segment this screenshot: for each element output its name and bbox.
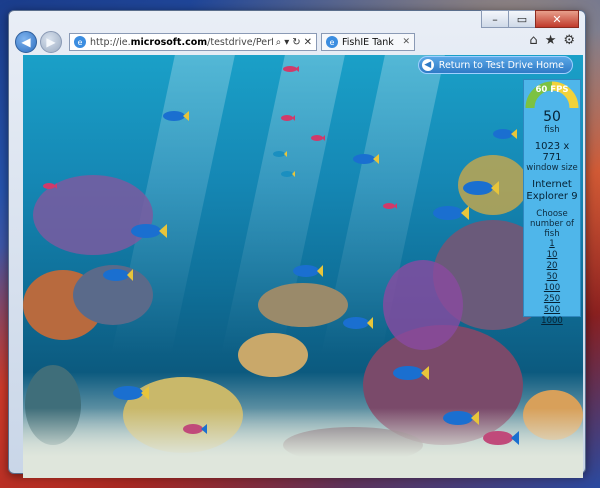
fish <box>383 195 397 214</box>
window-size-label: window size <box>526 163 578 173</box>
fish-option-10[interactable]: 10 <box>524 250 580 261</box>
fish-option-1000[interactable]: 1000 <box>524 316 580 327</box>
table-coral <box>258 283 348 327</box>
fish-option-100[interactable]: 100 <box>524 283 580 294</box>
fish-option-250[interactable]: 250 <box>524 294 580 305</box>
address-bar[interactable]: e http://ie.microsoft.com/testdrive/Perf… <box>69 33 317 51</box>
favorites-icon[interactable]: ★ <box>545 33 557 48</box>
close-button[interactable]: ✕ <box>535 10 579 28</box>
stats-panel: 60 FPS 50 fish 1023 x 771 window size In… <box>523 79 581 326</box>
fish <box>311 127 325 146</box>
fish <box>131 223 167 243</box>
fish <box>281 163 295 182</box>
fish-option-1[interactable]: 1 <box>524 239 580 250</box>
fish <box>353 150 379 169</box>
minimize-button[interactable]: – <box>481 10 509 28</box>
fish <box>43 175 57 194</box>
navigation-bar: ◀ ▶ e http://ie.microsoft.com/testdrive/… <box>15 29 579 55</box>
fish <box>113 385 149 405</box>
fish-tank-canvas[interactable]: ◀ Return to Test Drive Home 60 FPS 50 fi… <box>23 55 583 478</box>
fish <box>293 263 323 282</box>
home-icon[interactable]: ⌂ <box>529 33 537 48</box>
back-icon: ◀ <box>21 35 31 49</box>
fish <box>393 365 429 385</box>
back-button[interactable]: ◀ <box>15 31 37 53</box>
fish <box>343 315 373 334</box>
fps-gauge: 60 FPS <box>524 80 580 108</box>
maximize-button[interactable]: ▭ <box>508 10 536 28</box>
fish-count: 50 <box>543 109 561 125</box>
tab-ie-icon: e <box>326 36 338 48</box>
fish <box>283 58 299 77</box>
fish-options-list: 1 10 20 50 100 250 500 1000 <box>524 239 580 327</box>
tab-label: FishIE Tank <box>342 36 394 48</box>
refresh-icon[interactable]: ↻ <box>292 37 300 48</box>
fish <box>281 107 295 126</box>
fps-label: 60 FPS <box>535 85 569 95</box>
fish-option-500[interactable]: 500 <box>524 305 580 316</box>
back-arrow-icon: ◀ <box>421 59 434 71</box>
browser-window: – ▭ ✕ ◀ ▶ e http://ie.microsoft.com/test… <box>8 10 586 478</box>
choose-fish-label: Choose number of fish <box>529 209 575 239</box>
tab-close-icon[interactable]: ✕ <box>402 37 410 47</box>
stop-icon[interactable]: ✕ <box>304 37 312 48</box>
forward-icon: ▶ <box>46 35 56 49</box>
fish <box>483 430 519 450</box>
table-coral <box>238 333 308 377</box>
fish <box>463 180 499 200</box>
window-controls: – ▭ ✕ <box>481 10 579 28</box>
fish <box>163 107 189 126</box>
fish <box>273 143 287 162</box>
search-icon[interactable]: ⌕ <box>276 37 282 48</box>
window-size-value: 1023 x 771 <box>534 141 570 163</box>
return-to-test-drive-button[interactable]: ◀ Return to Test Drive Home <box>417 56 573 74</box>
address-url: http://ie.microsoft.com/testdrive/Perfor… <box>90 36 273 48</box>
fish <box>443 410 479 430</box>
fish-count-label: fish <box>544 125 560 135</box>
fish <box>183 420 207 439</box>
dropdown-icon[interactable]: ▾ <box>284 37 289 48</box>
fish <box>103 267 133 286</box>
ie-site-icon: e <box>74 36 86 48</box>
fish <box>493 125 517 144</box>
fish-option-50[interactable]: 50 <box>524 272 580 283</box>
fan-coral <box>383 260 463 350</box>
return-label: Return to Test Drive Home <box>438 59 564 71</box>
tools-icon[interactable]: ⚙ <box>563 33 575 48</box>
fish <box>433 205 469 225</box>
fish-option-20[interactable]: 20 <box>524 261 580 272</box>
browser-name: Internet Explorer 9 <box>526 179 578 202</box>
browser-toolbar-icons: ⌂ ★ ⚙ <box>522 33 575 48</box>
forward-button[interactable]: ▶ <box>40 31 62 53</box>
tab-fishie-tank[interactable]: e FishIE Tank ✕ <box>321 33 415 51</box>
